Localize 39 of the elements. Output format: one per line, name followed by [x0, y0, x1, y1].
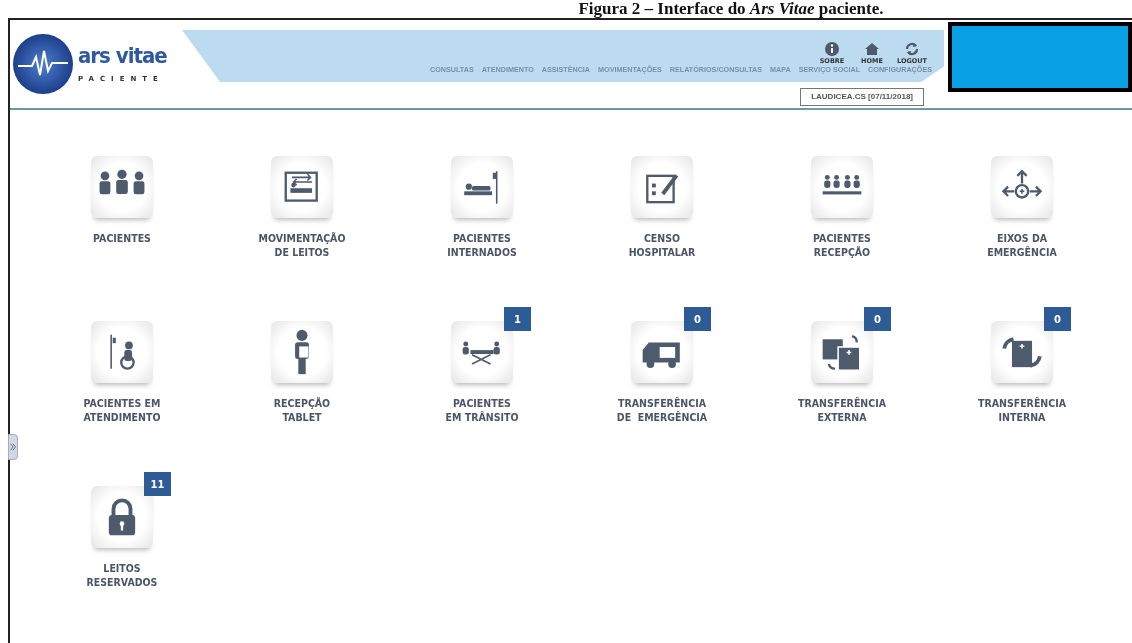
- info-icon[interactable]: [824, 41, 840, 58]
- count-badge: 0: [684, 307, 711, 331]
- expand-icon[interactable]: [8, 434, 18, 460]
- tile-icon-background[interactable]: [991, 156, 1053, 218]
- home-icon[interactable]: [864, 41, 880, 58]
- tile-icon-background[interactable]: [811, 156, 873, 218]
- tile-icon-background[interactable]: [631, 321, 693, 383]
- count-badge: 0: [1044, 307, 1071, 331]
- tile-label[interactable]: PACIENTES INTERNADOS: [447, 231, 517, 259]
- figure-caption: Figura 2 – Interface do Ars Vitae paciente.: [577, 0, 885, 18]
- count-badge: 1: [504, 307, 531, 331]
- refresh-icon[interactable]: [904, 41, 920, 58]
- logo-wordmark: ars vitae: [78, 43, 167, 68]
- tile-label[interactable]: EIXOS DA EMERGÊNCIA: [987, 231, 1057, 259]
- tile-label[interactable]: MOVIMENTAÇÃO DE LEITOS: [258, 231, 346, 259]
- tile-label[interactable]: LEITOS RESERVADOS: [86, 561, 158, 589]
- tile-label[interactable]: TRANSFERÊNCIA DE EMERGÊNCIA: [616, 396, 708, 424]
- logo-icon: [12, 33, 74, 95]
- count-badge: 0: [864, 307, 891, 331]
- tile-icon-background[interactable]: [271, 321, 333, 383]
- tile-label[interactable]: PACIENTES EM ATENDIMENTO: [83, 396, 161, 424]
- tile-icon-background[interactable]: [91, 486, 153, 548]
- tile-icon-background[interactable]: [91, 156, 153, 218]
- tile-label[interactable]: PACIENTES RECEPÇÃO: [813, 231, 871, 259]
- tile-label[interactable]: RECEPÇÃO TABLET: [273, 396, 331, 424]
- tile-icon-background[interactable]: [631, 156, 693, 218]
- tile-icon-background[interactable]: [271, 156, 333, 218]
- tile-icon-background[interactable]: [451, 321, 513, 383]
- count-badge: 11: [144, 472, 171, 496]
- tile-icon-background[interactable]: [811, 321, 873, 383]
- user-session-label: LAUDICEA.CS [07/11/2018]: [800, 88, 924, 106]
- tile-label[interactable]: PACIENTES EM TRÂNSITO: [445, 396, 519, 424]
- tile-icon-background[interactable]: [91, 321, 153, 383]
- tile-label[interactable]: PACIENTES: [93, 231, 151, 245]
- tile-label[interactable]: TRANSFERÊNCIA EXTERNA: [797, 396, 886, 424]
- tile-icon-background[interactable]: [451, 156, 513, 218]
- tile-icon-background[interactable]: [991, 321, 1053, 383]
- tile-label[interactable]: TRANSFERÊNCIA INTERNA: [977, 396, 1066, 424]
- tile-label[interactable]: CENSO HOSPITALAR: [628, 231, 696, 259]
